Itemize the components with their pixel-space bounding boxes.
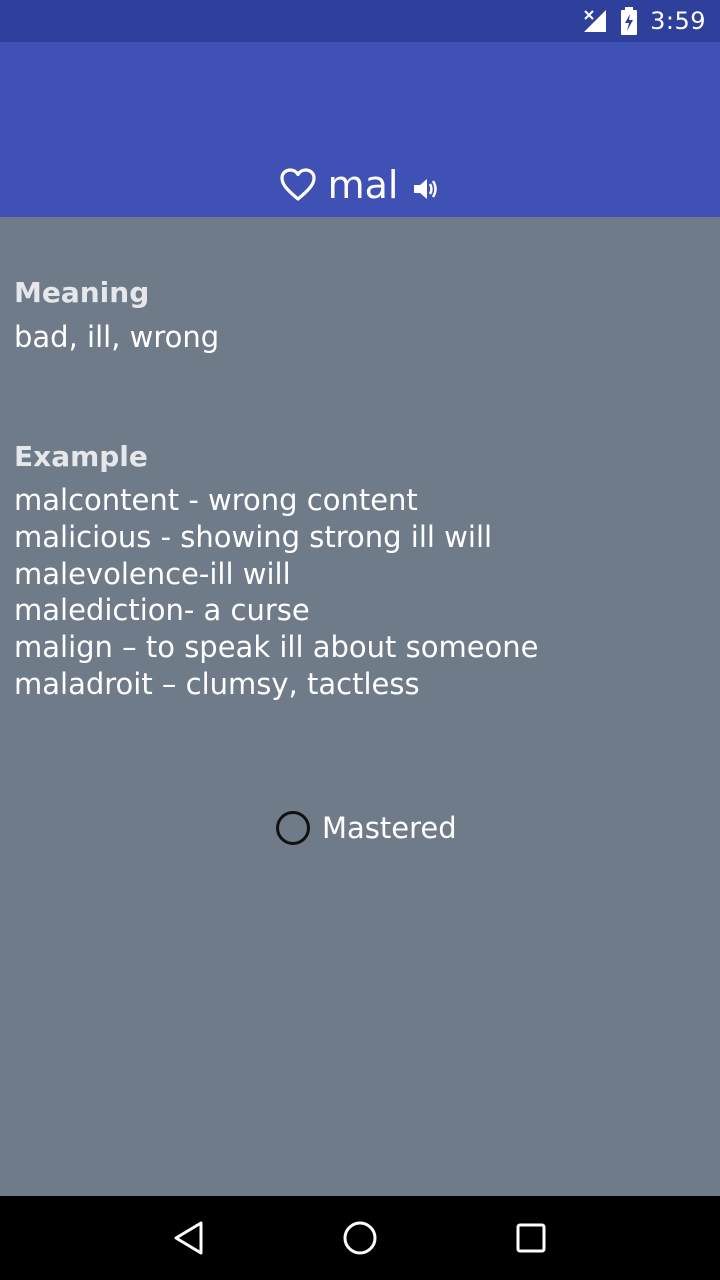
example-label: Example [14, 440, 148, 473]
signal-no-data-icon [582, 8, 608, 34]
heart-outline-icon[interactable] [279, 168, 316, 202]
example-item: malediction- a curse [14, 593, 310, 628]
battery-charging-icon [620, 7, 638, 35]
navigation-bar [0, 1196, 720, 1280]
speaker-icon[interactable] [412, 176, 440, 202]
meaning-text: bad, ill, wrong [14, 320, 220, 354]
home-icon[interactable] [342, 1220, 378, 1256]
status-time: 3:59 [650, 7, 706, 35]
meaning-label: Meaning [14, 276, 150, 309]
app-bar: mal [0, 42, 720, 217]
word-header: mal [0, 162, 720, 208]
example-item: maladroit – clumsy, tactless [14, 666, 420, 701]
word-title: mal [327, 163, 399, 207]
example-item: malicious - showing strong ill will [14, 519, 493, 554]
example-list: malcontent - wrong content malicious - s… [14, 482, 539, 703]
example-item: malevolence-ill will [14, 556, 291, 591]
example-item: malign – to speak ill about someone [14, 630, 539, 665]
example-item: malcontent - wrong content [14, 483, 418, 517]
mastered-radio[interactable]: Mastered [276, 810, 457, 846]
radio-unchecked-icon[interactable] [276, 811, 310, 845]
recents-icon[interactable] [515, 1222, 547, 1254]
status-bar: 3:59 [0, 0, 720, 42]
back-icon[interactable] [173, 1220, 205, 1256]
mastered-label: Mastered [322, 811, 457, 845]
